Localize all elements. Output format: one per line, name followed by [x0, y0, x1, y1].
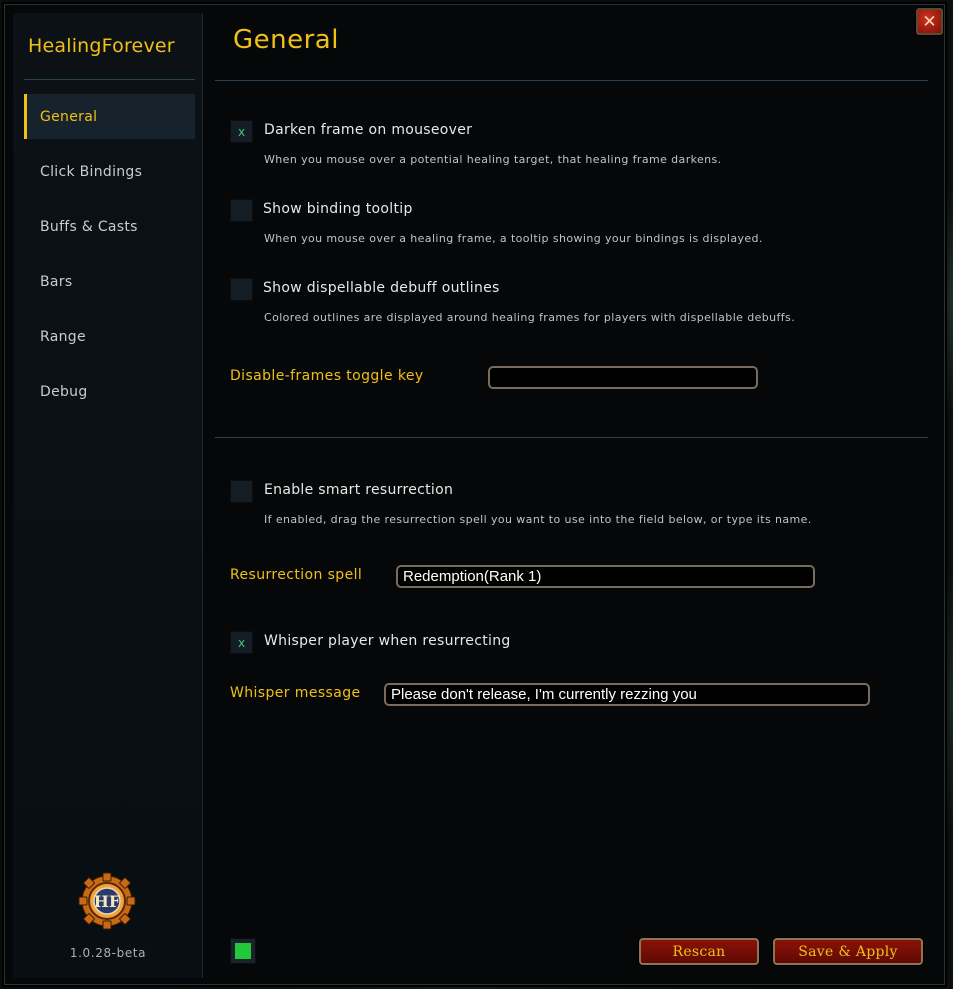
smart-resurrection-desc: If enabled, drag the resurrection spell … — [264, 513, 812, 526]
sidebar-item-buffs-casts[interactable]: Buffs & Casts — [24, 204, 195, 249]
debuff-outlines-checkbox[interactable] — [230, 278, 253, 301]
sidebar-item-range[interactable]: Range — [24, 314, 195, 359]
page-title: General — [233, 25, 339, 55]
debuff-outlines-label: Show dispellable debuff outlines — [263, 280, 500, 296]
whisper-message-input[interactable]: Please don't release, I'm currently rezz… — [384, 683, 870, 706]
settings-window: HealingForever General Click Bindings Bu… — [4, 4, 945, 985]
whisper-player-checkbox[interactable]: x — [230, 631, 253, 654]
header-divider — [215, 80, 928, 81]
logo-text: HF — [94, 892, 121, 911]
binding-tooltip-checkbox[interactable] — [230, 199, 253, 222]
darken-frame-checkbox[interactable]: x — [230, 120, 253, 143]
sidebar-item-general[interactable]: General — [24, 94, 195, 139]
smart-resurrection-checkbox[interactable] — [230, 480, 253, 503]
darken-frame-label: Darken frame on mouseover — [264, 122, 473, 138]
sidebar-item-click-bindings[interactable]: Click Bindings — [24, 149, 195, 194]
main-panel: General x Darken frame on mouseover When… — [215, 5, 935, 984]
status-indicator-fill — [235, 943, 251, 959]
sidebar-nav: General Click Bindings Buffs & Casts Bar… — [24, 94, 195, 424]
sidebar-item-bars[interactable]: Bars — [24, 259, 195, 304]
binding-tooltip-label: Show binding tooltip — [263, 201, 413, 217]
status-indicator[interactable] — [230, 938, 256, 964]
sidebar-item-debug[interactable]: Debug — [24, 369, 195, 414]
toggle-key-label: Disable-frames toggle key — [230, 368, 424, 384]
version-label: 1.0.28-beta — [69, 946, 147, 960]
toggle-key-input[interactable] — [488, 366, 758, 389]
rescan-button[interactable]: Rescan — [639, 938, 759, 965]
resurrection-spell-label: Resurrection spell — [230, 567, 363, 583]
save-apply-button[interactable]: Save & Apply — [773, 938, 923, 965]
debuff-outlines-desc: Colored outlines are displayed around he… — [264, 311, 796, 324]
addon-title: HealingForever — [28, 35, 175, 57]
whisper-player-label: Whisper player when resurrecting — [264, 633, 511, 649]
healingforever-logo-icon: HF — [78, 872, 136, 930]
resurrection-spell-input[interactable]: Redemption(Rank 1) — [396, 565, 815, 588]
smart-resurrection-label: Enable smart resurrection — [264, 482, 454, 498]
binding-tooltip-desc: When you mouse over a healing frame, a t… — [264, 232, 763, 245]
section-divider — [215, 437, 928, 438]
sidebar-divider — [24, 79, 195, 80]
sidebar: HealingForever General Click Bindings Bu… — [13, 13, 203, 978]
darken-frame-desc: When you mouse over a potential healing … — [264, 153, 722, 166]
whisper-message-label: Whisper message — [230, 685, 361, 701]
